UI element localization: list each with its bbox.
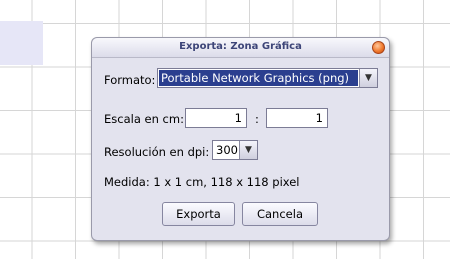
dialog-titlebar[interactable]: Exporta: Zona Gráfica bbox=[92, 38, 389, 58]
format-selected-value: Portable Network Graphics (png) bbox=[159, 70, 358, 86]
measure-text: Medida: 1 x 1 cm, 118 x 118 pixel bbox=[104, 175, 300, 189]
scale-left-field[interactable]: 1 bbox=[185, 108, 247, 128]
cancel-button[interactable]: Cancela bbox=[242, 202, 318, 226]
export-button[interactable]: Exporta bbox=[162, 202, 235, 226]
resolution-label: Resolución en dpi: bbox=[104, 145, 210, 159]
chevron-down-icon[interactable]: ▼ bbox=[359, 69, 377, 87]
resolution-dropdown[interactable]: 300 ▼ bbox=[212, 140, 258, 160]
format-label: Formato: bbox=[104, 73, 156, 87]
resolution-value: 300 bbox=[216, 143, 238, 157]
scale-separator: : bbox=[255, 112, 259, 126]
dialog-title: Exporta: Zona Gráfica bbox=[179, 41, 302, 52]
selected-grid-cell bbox=[0, 21, 43, 65]
scale-right-field[interactable]: 1 bbox=[266, 108, 328, 128]
chevron-down-icon[interactable]: ▼ bbox=[239, 141, 257, 159]
close-icon[interactable] bbox=[372, 41, 385, 54]
format-dropdown[interactable]: Portable Network Graphics (png) ▼ bbox=[157, 68, 378, 88]
scale-label: Escala en cm: bbox=[104, 112, 184, 126]
